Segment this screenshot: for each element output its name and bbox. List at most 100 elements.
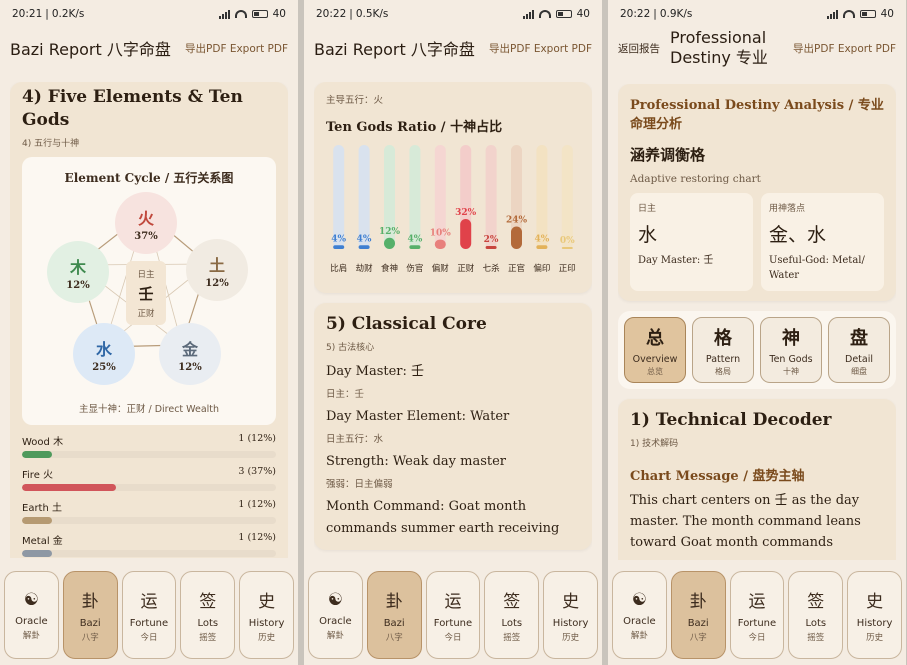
analysis-title: Professional Destiny Analysis / 专业命理分析 [630,98,884,132]
bar-fill [22,550,53,557]
ten-gods-bar [409,245,421,249]
element-bar-row: Wood 木1 (12%) [22,433,276,458]
ten-gods-ratio-title: Ten Gods Ratio / 十神占比 [326,120,503,135]
tab-ten-gods[interactable]: 神 Ten Gods 十神 [760,317,822,383]
back-to-report-button[interactable]: 返回报告 [618,41,660,56]
battery-level: 40 [576,8,590,20]
ten-gods-value-label: 12% [379,227,401,237]
ten-gods-bar [511,226,522,249]
month-command-line: Month Command: Goat month commands summe… [326,499,560,536]
export-pdf-button[interactable]: 导出PDF Export PDF [793,41,896,56]
signal-icon [522,9,534,19]
ten-gods-value-label: 2% [484,235,499,245]
bottom-nav: ☯ Oracle 解卦 卦 Bazi 八字 运 Fortune 今日 签 Lots 摇签 史 Hi… [308,569,598,661]
ten-gods-bar [561,247,573,249]
battery-icon [251,10,268,18]
screen-ten-gods: 20:22 | 0.5K/s 40 Bazi Report 八字命盘 导出PDF… [304,0,602,665]
scroll-content[interactable]: Professional Destiny Analysis / 专业命理分析 涵… [618,84,896,560]
nav-lots[interactable]: 签 Lots 摇签 [484,571,540,659]
status-bar: 20:22 | 0.5K/s 40 [316,8,590,20]
nav-oracle[interactable]: ☯ Oracle 解卦 [612,571,667,659]
wifi-icon [538,10,551,18]
day-master-zh: 日主：壬 [326,389,365,400]
ten-gods-track [485,145,497,249]
app-bar: Bazi Report 八字命盘 导出PDF Export PDF [304,28,602,68]
nav-bazi[interactable]: 卦 Bazi 八字 [670,571,726,659]
ten-gods-category-label: 正印 [559,263,576,274]
ten-gods-value-label: 32% [455,208,477,218]
ten-gods-bar [485,246,497,249]
ten-gods-value-label: 0% [560,236,575,246]
five-elements-card: 4) Five Elements & Ten Gods 4) 五行与十神 Ele… [10,82,288,558]
chart-message-title: Chart Message / 盘势主轴 [630,469,805,484]
nav-oracle[interactable]: ☯ Oracle 解卦 [308,571,363,659]
status-time: 20:22 [620,8,651,20]
element-bar-row: Earth 土1 (12%) [22,499,276,524]
battery-icon [859,10,876,18]
ten-gods-bar [384,237,395,249]
useful-god-card: 用神落点 金、水 Useful-God: Metal/ Water [761,193,884,291]
element-bars: Wood 木1 (12%) Fire 火3 (37%) Earth 土1 (12… [22,433,276,557]
bar-fill [22,484,116,491]
wifi-icon [234,10,247,18]
nav-history[interactable]: 史 History 历史 [239,571,294,659]
element-bar-row: Metal 金1 (12%) [22,532,276,557]
ten-gods-category-label: 偏印 [533,263,550,274]
ten-gods-value-label: 4% [407,234,422,244]
nav-lots[interactable]: 签 Lots 摇签 [788,571,844,659]
element-node-metal: 金 12% [159,323,221,385]
classical-core-subtitle: 5) 古法核心 [326,343,375,353]
tab-overview[interactable]: 总 Overview 总览 [624,317,686,383]
export-pdf-button[interactable]: 导出PDF Export PDF [185,41,288,56]
ten-gods-value-label: 4% [534,234,549,244]
screen-professional-destiny: 20:22 | 0.9K/s 40 返回报告 Professional Dest… [608,0,906,665]
status-time: 20:21 [12,8,43,20]
nav-oracle[interactable]: ☯ Oracle 解卦 [4,571,59,659]
ten-gods-category-label: 劫财 [356,263,374,274]
ten-gods-value-label: 24% [506,216,528,226]
technical-decoder-card: 1) Technical Decoder 1) 技术解码 Chart Messa… [618,399,896,560]
nav-fortune[interactable]: 运 Fortune 今日 [729,571,785,659]
classical-core-card: 5) Classical Core 5) 古法核心 Day Master: 壬 … [314,303,592,550]
day-master-card: 日主 水 Day Master: 壬 [630,193,753,291]
tab-pattern[interactable]: 格 Pattern 格局 [692,317,754,383]
nav-bazi[interactable]: 卦 Bazi 八字 [366,571,422,659]
section-title: 4) Five Elements & Ten Gods [22,87,243,130]
ten-gods-value-label: 10% [430,229,452,239]
tab-detail[interactable]: 盘 Detail 细盘 [828,317,890,383]
status-time: 20:22 [316,8,347,20]
scroll-content[interactable]: 主导五行：火 Ten Gods Ratio / 十神占比 4% 比肩 4% 劫财 12%… [314,82,592,558]
element-node-water: 水 25% [73,323,135,385]
nav-bazi[interactable]: 卦 Bazi 八字 [62,571,118,659]
nav-fortune[interactable]: 运 Fortune 今日 [425,571,481,659]
element-bar-row: Fire 火3 (37%) [22,466,276,491]
nav-history[interactable]: 史 History 历史 [847,571,902,659]
ten-gods-category-label: 食神 [381,263,398,274]
screen-five-elements: 20:21 | 0.2K/s 40 Bazi Report 八字命盘 导出PDF… [0,0,298,665]
bar-fill [22,451,53,458]
ten-gods-bar [333,245,345,249]
scroll-content[interactable]: 4) Five Elements & Ten Gods 4) 五行与十神 Ele… [10,82,288,558]
ten-gods-bar [460,219,472,249]
day-master-center: 日主 壬 正财 [126,261,166,325]
nav-history[interactable]: 史 History 历史 [543,571,598,659]
ten-gods-category-label: 七杀 [483,263,501,274]
element-cycle-diagram: Element Cycle / 五行关系图 火 37% 土 12% 金 12% … [22,157,276,425]
ten-gods-value-label: 4% [357,234,372,244]
nav-fortune[interactable]: 运 Fortune 今日 [121,571,177,659]
status-bar: 20:22 | 0.9K/s 40 [620,8,894,20]
ten-gods-card: 主导五行：火 Ten Gods Ratio / 十神占比 4% 比肩 4% 劫财 12%… [314,82,592,293]
bar-fill [22,517,53,524]
export-pdf-button[interactable]: 导出PDF Export PDF [489,41,592,56]
day-master-element-zh: 日主五行：水 [326,434,384,445]
strength-zh: 强弱：日主偏弱 [326,479,393,490]
status-bar: 20:21 | 0.2K/s 40 [12,8,286,20]
pattern-name: 涵养调衡格 [630,146,706,164]
ten-gods-bar-chart: 4% 比肩 4% 劫财 12% 食神 4% 伤官 10% 偏财 32% 正财 2% 七杀 24% 正官 4% 偏印… [330,145,576,274]
battery-level: 40 [880,8,894,20]
dominant-god-note: 主显十神：正财 / Direct Wealth [78,404,220,415]
ten-gods-track [561,145,573,249]
technical-decoder-title: 1) Technical Decoder [630,410,832,430]
ten-gods-value-label: 4% [331,234,346,244]
nav-lots[interactable]: 签 Lots 摇签 [180,571,236,659]
